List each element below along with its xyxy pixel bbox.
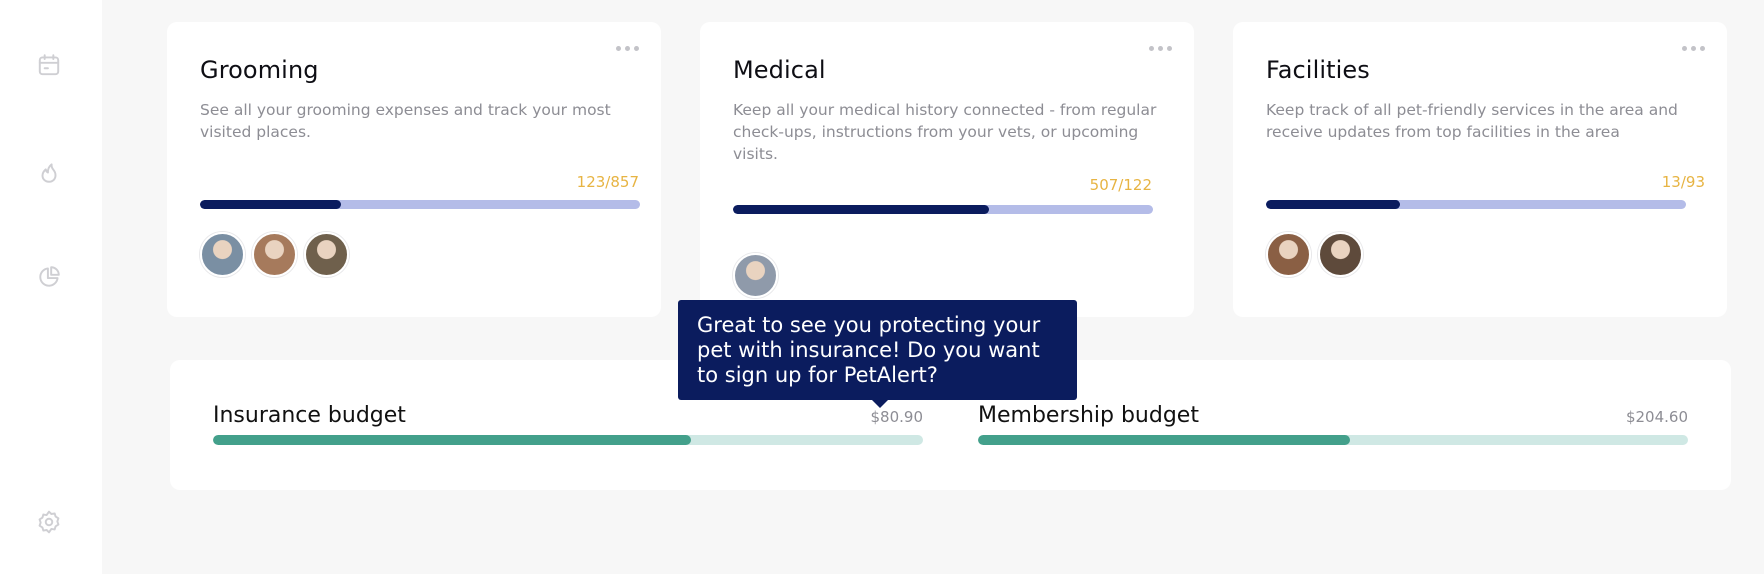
budget-progress-bar [213, 435, 923, 445]
progress-fill [1266, 200, 1401, 209]
budget-label: Membership budget [978, 403, 1199, 428]
budget-label: Insurance budget [213, 403, 406, 428]
budget-amount: $204.60 [1625, 408, 1688, 426]
avatar-group [1266, 232, 1363, 277]
avatar[interactable] [252, 232, 297, 277]
flame-icon[interactable] [34, 157, 64, 187]
avatar-group [733, 253, 778, 298]
budget-progress-bar [978, 435, 1688, 445]
progress-bar [733, 205, 1153, 214]
progress-bar [200, 200, 640, 209]
card-count: 507/122 [1089, 176, 1152, 194]
budget-progress-fill [213, 435, 691, 445]
insurance-tooltip[interactable]: Great to see you protecting your pet wit… [678, 300, 1077, 408]
facilities-card[interactable]: Facilities Keep track of all pet-friendl… [1233, 22, 1727, 317]
more-options-icon[interactable] [1682, 46, 1705, 51]
avatar[interactable] [304, 232, 349, 277]
avatar[interactable] [733, 253, 778, 298]
grooming-card[interactable]: Grooming See all your grooming expenses … [167, 22, 661, 317]
card-title: Facilities [1266, 56, 1370, 84]
card-title: Medical [733, 56, 826, 84]
membership-budget[interactable]: Membership budget $204.60 [978, 403, 1688, 445]
avatar[interactable] [1266, 232, 1311, 277]
more-options-icon[interactable] [1149, 46, 1172, 51]
budget-progress-fill [978, 435, 1351, 445]
card-description: Keep track of all pet-friendly services … [1266, 101, 1678, 141]
pie-chart-icon[interactable] [34, 262, 64, 292]
medical-card[interactable]: Medical Keep all your medical history co… [700, 22, 1194, 317]
card-description: Keep all your medical history connected … [733, 101, 1157, 163]
card-count: 123/857 [576, 173, 639, 191]
card-count: 13/93 [1661, 173, 1705, 191]
avatar[interactable] [1318, 232, 1363, 277]
avatar-group [200, 232, 349, 277]
tooltip-text: Great to see you protecting your pet wit… [697, 313, 1041, 387]
gear-icon[interactable] [34, 507, 64, 537]
insurance-budget[interactable]: Insurance budget $80.90 [213, 403, 924, 445]
progress-fill [733, 205, 990, 214]
progress-fill [200, 200, 341, 209]
more-options-icon[interactable] [616, 46, 639, 51]
sidebar [0, 0, 102, 574]
card-description: See all your grooming expenses and track… [200, 101, 611, 141]
budget-amount: $80.90 [870, 408, 924, 426]
card-title: Grooming [200, 56, 319, 84]
calendar-icon[interactable] [34, 50, 64, 80]
progress-bar [1266, 200, 1686, 209]
avatar[interactable] [200, 232, 245, 277]
